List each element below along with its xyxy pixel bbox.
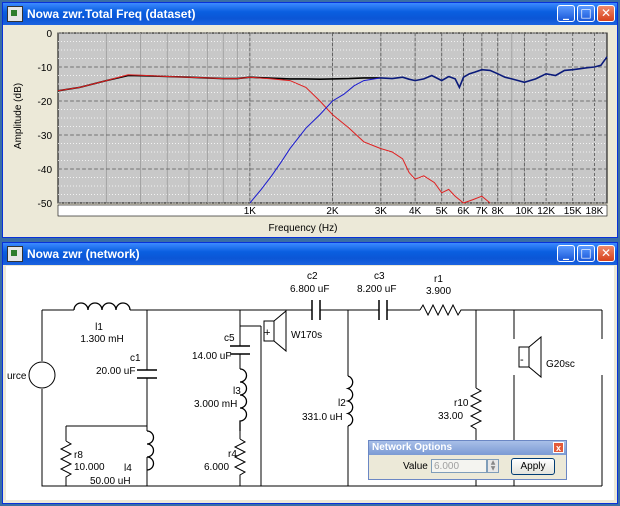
l2-value: 331.0 uH	[302, 412, 343, 423]
value-label: Value	[403, 461, 428, 472]
l4-value: 50.00 uH	[90, 476, 131, 487]
maximize-button[interactable]: □	[577, 245, 595, 262]
y-tick-label: -10	[38, 63, 53, 74]
minimize-button[interactable]: _	[557, 245, 575, 262]
l2-name: l2	[338, 398, 346, 409]
capacitor-c1[interactable]	[137, 363, 157, 387]
network-options-close-button[interactable]: x	[553, 442, 564, 453]
w170s-plus: +	[264, 327, 270, 339]
r8-name: r8	[74, 450, 83, 461]
value-input[interactable]	[431, 459, 487, 473]
x-tick-label: 10K	[515, 206, 533, 217]
network-options-title: Network Options	[372, 442, 453, 453]
capacitor-c5[interactable]	[230, 342, 250, 369]
x-tick-label: 2K	[326, 206, 339, 217]
chart-area: 0 -10 -20 -30 -40 -50 1K 2K 3K 4K 5K 6K 7K 8K 10K 12K 15…	[6, 26, 614, 234]
y-tick-label: 0	[46, 29, 52, 40]
c2-name: c2	[307, 271, 318, 282]
network-options-panel: Network Options x Value ▲▼ Apply	[368, 440, 567, 480]
y-tick-label: -20	[38, 97, 53, 108]
c3-name: c3	[374, 271, 385, 282]
x-tick-label: 4K	[409, 206, 422, 217]
x-tick-label: 15K	[564, 206, 582, 217]
c3-value: 8.200 uF	[357, 284, 396, 295]
inductor-l4[interactable]	[146, 430, 155, 471]
r1-value: 3.900	[426, 286, 451, 297]
resistor-r1[interactable]	[419, 303, 464, 317]
l3-value: 3.000 mH	[194, 399, 237, 410]
frequency-chart: 0 -10 -20 -30 -40 -50 1K 2K 3K 4K 5K 6K 7K 8K 10K 12K 15…	[13, 29, 608, 234]
l4-name: l4	[124, 463, 132, 474]
l1-value: 1.300 mH	[80, 334, 123, 345]
inductor-l2[interactable]	[345, 375, 354, 427]
c5-value: 14.00 uF	[192, 351, 231, 362]
x-axis-label: Frequency (Hz)	[269, 223, 338, 234]
inductor-l1[interactable]	[73, 302, 131, 311]
r4-value: 6.000	[204, 462, 229, 473]
close-button[interactable]: ✕	[597, 5, 615, 22]
x-tick-label: 8K	[492, 206, 505, 217]
resistor-r8[interactable]	[59, 440, 73, 480]
y-tick-label: -50	[38, 199, 53, 210]
inductor-l3[interactable]	[239, 368, 248, 431]
y-axis-label: Amplitude (dB)	[13, 83, 24, 149]
value-spinner[interactable]: ▲ ▼	[487, 459, 499, 473]
frequency-response-window: Nowa zwr.Total Freq (dataset) _ □ ✕ 0 -10…	[2, 2, 618, 238]
c2-value: 6.800 uF	[290, 284, 329, 295]
network-window-titlebar[interactable]: Nowa zwr (network) _ □ ✕	[3, 243, 617, 265]
c5-name: c5	[224, 333, 235, 344]
x-tick-label: 18K	[586, 206, 604, 217]
w170s-name: W170s	[291, 330, 322, 341]
x-tick-label: 5K	[436, 206, 449, 217]
x-tick-label: 3K	[375, 206, 388, 217]
r10-value: 33.00	[438, 411, 463, 422]
window-title: Nowa zwr (network)	[27, 247, 140, 261]
y-tick-label: -40	[38, 165, 53, 176]
app-icon	[7, 246, 23, 262]
close-button[interactable]: ✕	[597, 245, 615, 262]
c1-value: 20.00 uF	[96, 366, 135, 377]
window-title: Nowa zwr.Total Freq (dataset)	[27, 7, 196, 21]
source-symbol[interactable]	[28, 361, 56, 389]
network-options-titlebar[interactable]: Network Options x	[369, 441, 566, 455]
c1-name: c1	[130, 353, 141, 364]
apply-button[interactable]: Apply	[511, 458, 555, 475]
g20sc-name: G20sc	[546, 359, 575, 370]
r4-name: r4	[228, 449, 237, 460]
x-tick-label: 1K	[244, 206, 257, 217]
x-tick-label: 12K	[537, 206, 555, 217]
y-tick-label: -30	[38, 131, 53, 142]
r8-value: 10.000	[74, 462, 105, 473]
app-icon	[7, 6, 23, 22]
maximize-button[interactable]: □	[577, 5, 595, 22]
x-tick-label: 6K	[457, 206, 470, 217]
minimize-button[interactable]: _	[557, 5, 575, 22]
g20sc-minus: -	[520, 354, 524, 366]
capacitor-c2[interactable]	[306, 300, 326, 320]
r10-name: r10	[454, 398, 469, 409]
source-label: urce	[7, 371, 27, 382]
l3-name: l3	[233, 386, 241, 397]
l1-name: l1	[95, 322, 103, 333]
frequency-window-titlebar[interactable]: Nowa zwr.Total Freq (dataset) _ □ ✕	[3, 3, 617, 25]
r1-name: r1	[434, 274, 443, 285]
capacitor-c3[interactable]	[373, 300, 393, 320]
x-tick-label: 7K	[476, 206, 489, 217]
resistor-r10[interactable]	[469, 387, 483, 432]
